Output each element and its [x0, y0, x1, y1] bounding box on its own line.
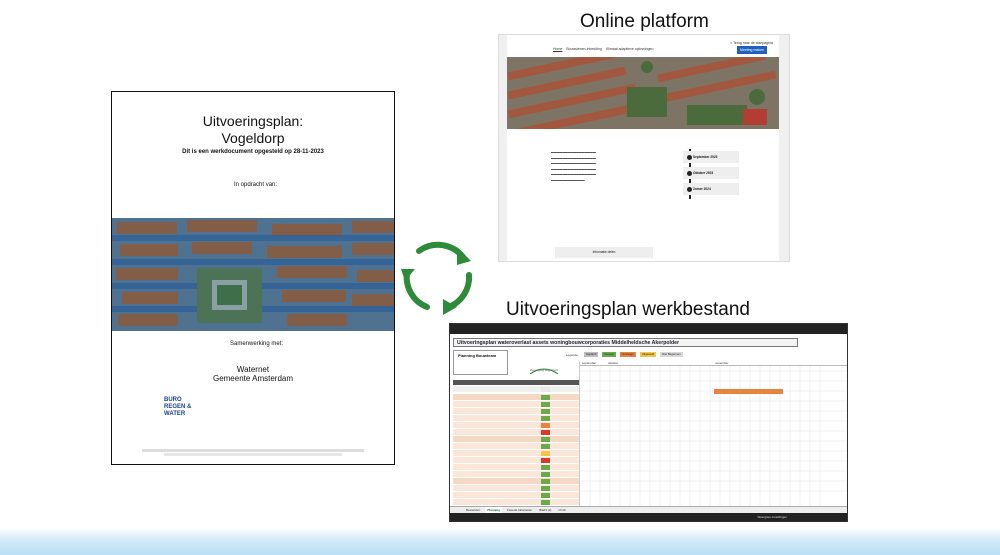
document-location: Vogeldorp [221, 130, 285, 146]
planning-box: Planning Bouwteam [453, 350, 508, 375]
document-subtitle: Dit is een werkdocument opgesteld op 28-… [182, 149, 324, 155]
logo-line-2: REGEN & WATER [164, 404, 192, 417]
meeting-button[interactable]: Meeting maken [737, 46, 767, 54]
table-row [453, 401, 579, 407]
back-link[interactable]: < Terug naar de startpagina [730, 41, 773, 45]
planning-title: Planning Bouwteam [458, 353, 497, 358]
table-row [453, 464, 579, 470]
website-nav: Home Bouwstenen-inbedding Klimaat adapti… [553, 47, 653, 51]
partner-gemeente: Gemeente Amsterdam [212, 374, 294, 383]
partner-waternet: Waternet [236, 365, 270, 374]
website-hero-image [507, 57, 779, 129]
werkbestand-caption: Uitvoeringsplan werkbestand [506, 299, 750, 320]
website-body-text: ▬▬▬▬▬▬▬▬▬▬▬▬▬▬▬▬ ▬▬▬▬▬▬▬▬▬▬▬▬▬▬▬▬ ▬▬▬▬▬▬▬▬… [551, 150, 596, 182]
website-page: < Terug naar de startpagina Home Bouwste… [507, 35, 779, 261]
status-text: Weergave-instellingen [757, 515, 787, 519]
table-row [453, 471, 579, 477]
online-platform-caption: Online platform [580, 11, 709, 32]
document-opdracht-label: In opdracht van: [234, 182, 278, 188]
nav-bouwstenen[interactable]: Bouwstenen-inbedding [566, 47, 602, 51]
table-row [453, 422, 579, 428]
legend-gepland: Gepland [583, 352, 599, 357]
table-row [453, 485, 579, 491]
table-row [453, 478, 579, 484]
legend-vertraagd: Vertraagd [619, 352, 636, 357]
timeline-dot-1 [687, 155, 692, 160]
table-row [453, 436, 579, 442]
sheet-tabs: Bestanden Planning Faseda Aktiviteiten B… [450, 506, 847, 513]
spreadsheet-ribbon [450, 324, 847, 334]
table-row [453, 492, 579, 498]
month-1: september [582, 361, 597, 365]
table-row [453, 457, 579, 463]
legend-niet-begonnen: Niet Begonnen [660, 352, 683, 357]
gantt-gridlines [580, 361, 847, 506]
table-row [453, 386, 579, 392]
timeline-dot-2 [687, 171, 692, 176]
document-footer-fineprint [142, 449, 364, 456]
plan-document-preview: Uitvoeringsplan: Vogeldorp Dit is een we… [111, 91, 395, 465]
gantt-grid: september oktober november [579, 361, 847, 506]
table-row [453, 450, 579, 456]
document-title: Uitvoeringsplan: [202, 113, 304, 129]
table-row [453, 408, 579, 414]
nav-klimaat[interactable]: Klimaat adaptieve oplossingen [606, 47, 653, 51]
gantt-bar-vertraagd [714, 389, 783, 394]
gantt-month-header: september oktober november [580, 361, 847, 366]
status-bar: Weergave-instellingen [450, 513, 847, 521]
table-row [453, 415, 579, 421]
month-2: oktober [608, 361, 619, 365]
timeline-dot-3 [687, 187, 692, 192]
aerial-photo-image [112, 218, 394, 331]
spreadsheet-title-box: Uitvoeringsplan wateroverlast assets won… [453, 338, 798, 347]
task-table-header [453, 380, 579, 385]
informatie-delen-button[interactable]: Informatie delen [555, 247, 653, 258]
aerial-photo [112, 218, 394, 331]
legend-label: Legenda [566, 352, 578, 357]
legend-gereed: Gereed [602, 352, 616, 357]
buro-regen-water-logo: BURO REGEN & WATER [164, 397, 214, 419]
legend-uitgesteld: Uitgesteld [639, 352, 657, 357]
online-platform-preview: < Terug naar de startpagina Home Bouwste… [498, 34, 790, 262]
spreadsheet-preview: Uitvoeringsplan wateroverlast assets won… [449, 323, 848, 522]
table-row [453, 429, 579, 435]
water-strip-decoration [0, 528, 1000, 555]
logo-text: Vereniging Vogeldorp [529, 368, 559, 372]
vereniging-logo: Vereniging Vogeldorp [524, 361, 564, 375]
logo-line-1: BURO [164, 397, 182, 403]
month-3: november [715, 361, 729, 365]
document-samenwerking-label: Samenwerking met: [230, 341, 284, 347]
spreadsheet-title: Uitvoeringsplan wateroverlast assets won… [457, 340, 680, 346]
table-row [453, 499, 579, 505]
table-row [453, 443, 579, 449]
nav-home[interactable]: Home [553, 47, 562, 51]
cycle-arrows-icon [401, 241, 473, 315]
legend: Legenda Gepland Gereed Vertraagd Uitgest… [566, 352, 683, 357]
table-row [453, 394, 579, 400]
hero-aerial-image [507, 57, 779, 129]
